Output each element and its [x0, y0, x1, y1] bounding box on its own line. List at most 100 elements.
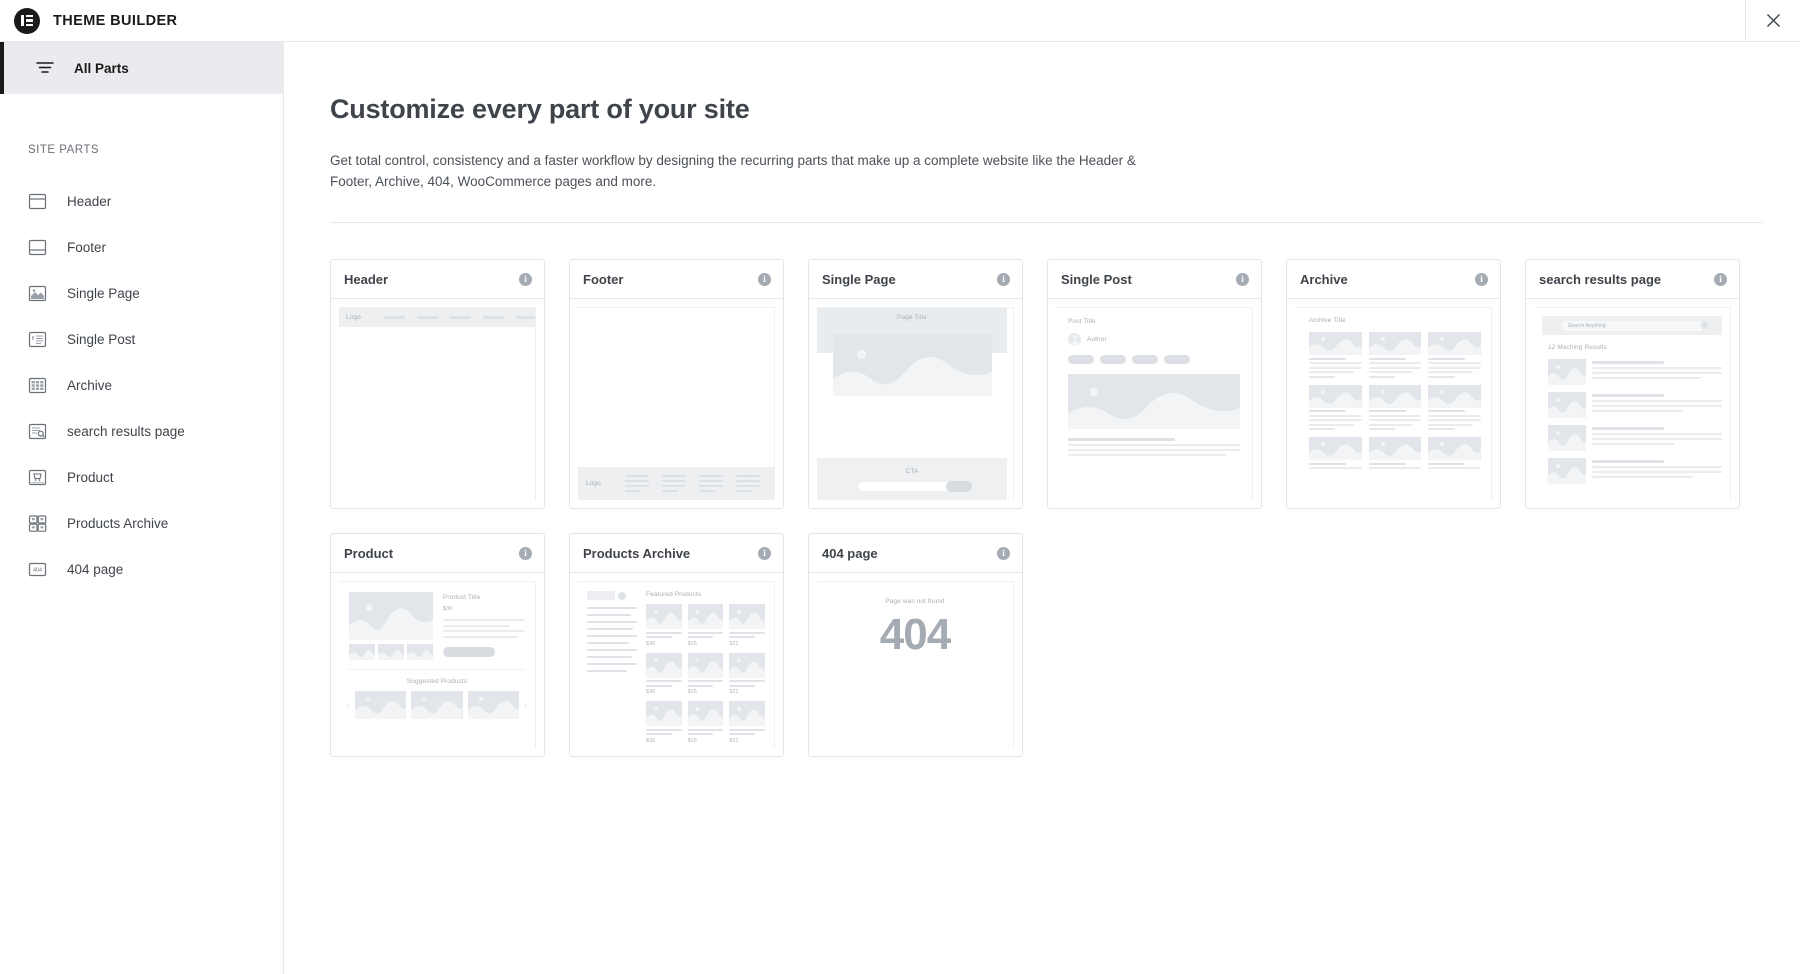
footer-layout-icon — [28, 238, 47, 257]
part-card-header[interactable]: Header i Logo — [330, 259, 545, 509]
sidebar-item-footer[interactable]: Footer — [0, 224, 283, 270]
sidebar-item-label: All Parts — [74, 61, 129, 76]
preview-nav-links — [384, 316, 536, 319]
avatar — [1068, 333, 1081, 346]
chevron-left-icon: ‹ — [347, 701, 350, 710]
card-header: 404 page i — [809, 534, 1022, 573]
preview-archive-grid — [1309, 332, 1481, 469]
part-card-search-results-page[interactable]: search results page i Search Anything — [1525, 259, 1740, 509]
sidebar-item-products-archive[interactable]: Products Archive — [0, 500, 283, 546]
preview-product-price: $22 — [729, 738, 765, 744]
card-preview: Logo — [570, 299, 783, 508]
header-layout-icon — [28, 192, 47, 211]
info-icon[interactable]: i — [997, 547, 1010, 560]
preview-results-count-label: 12 Maching Results — [1548, 344, 1722, 351]
info-icon[interactable]: i — [758, 273, 771, 286]
preview-product-price: $36 — [646, 689, 682, 695]
single-page-icon — [28, 284, 47, 303]
card-title: Single Post — [1061, 272, 1132, 287]
preview-product-price: $15 — [688, 738, 724, 744]
info-icon[interactable]: i — [1714, 273, 1727, 286]
sidebar-item-label: Single Page — [67, 286, 140, 301]
preview-product-price: $22 — [729, 641, 765, 647]
card-preview: Featured Products $36 $15 $22 $36 $15 $2… — [570, 573, 783, 756]
part-card-products-archive[interactable]: Products Archive i — [569, 533, 784, 757]
card-header: Single Page i — [809, 260, 1022, 299]
preview-logo-label: Logo — [346, 314, 361, 321]
card-header: Products Archive i — [570, 534, 783, 573]
sidebar-item-label: Footer — [67, 240, 106, 255]
archive-grid-icon — [28, 376, 47, 395]
app-title: THEME BUILDER — [53, 13, 177, 29]
preview-search-bar: Search Anything — [1542, 316, 1722, 335]
preview-product-price: $22 — [729, 689, 765, 695]
filter-icon — [36, 59, 54, 77]
preview-404-code: 404 — [880, 613, 950, 657]
preview-tag-pills — [1068, 355, 1240, 364]
page-description: Get total control, consistency and a fas… — [330, 151, 1160, 192]
preview-featured-label: Featured Products — [646, 591, 765, 598]
sidebar-item-all-parts[interactable]: All Parts — [0, 42, 283, 94]
preview-logo-label: Logo — [586, 480, 601, 487]
preview-product-image — [349, 592, 433, 640]
card-preview: Product Title $30 — [331, 573, 544, 756]
sidebar-nav-list: Header Footer Single Page — [0, 178, 283, 592]
sidebar-item-label: 404 page — [67, 562, 123, 577]
part-card-product[interactable]: Product i — [330, 533, 545, 757]
card-preview: Search Anything 12 Maching Results — [1526, 299, 1739, 508]
part-card-footer[interactable]: Footer i Logo — [569, 259, 784, 509]
sidebar-section-label: SITE PARTS — [28, 144, 283, 156]
card-header: Product i — [331, 534, 544, 573]
preview-filter-sidebar — [587, 591, 637, 744]
preview-author-label: Author — [1087, 336, 1107, 343]
info-icon[interactable]: i — [1236, 273, 1249, 286]
chevron-right-icon: › — [524, 701, 527, 710]
sidebar-item-label: search results page — [67, 424, 185, 439]
product-icon — [28, 468, 47, 487]
sidebar-item-search-results-page[interactable]: search results page — [0, 408, 283, 454]
products-archive-icon — [28, 514, 47, 533]
part-card-single-post[interactable]: Single Post i Post Title Author — [1047, 259, 1262, 509]
info-icon[interactable]: i — [758, 547, 771, 560]
info-icon[interactable]: i — [997, 273, 1010, 286]
search-icon — [1701, 322, 1708, 329]
preview-footer-strip: Logo — [578, 467, 774, 500]
sidebar-item-archive[interactable]: Archive — [0, 362, 283, 408]
preview-cta-label: CTA — [906, 468, 919, 475]
part-card-single-page[interactable]: Single Page i Page Title — [808, 259, 1023, 509]
card-header: Header i — [331, 260, 544, 299]
single-post-icon — [28, 330, 47, 349]
search-results-icon — [28, 422, 47, 441]
preview-404-subtitle: Page was not found — [885, 598, 944, 605]
part-card-archive[interactable]: Archive i Archive Title — [1286, 259, 1501, 509]
preview-suggested-label: Suggested Products — [339, 678, 535, 685]
info-icon[interactable]: i — [519, 273, 532, 286]
preview-author: Author — [1068, 333, 1240, 346]
parts-grid: Header i Logo — [330, 259, 1780, 757]
divider — [330, 222, 1762, 223]
card-preview: Logo — [331, 299, 544, 508]
card-preview: Post Title Author — [1048, 299, 1261, 508]
close-button[interactable] — [1746, 0, 1800, 42]
close-icon — [1766, 13, 1781, 28]
card-header: search results page i — [1526, 260, 1739, 299]
card-title: Archive — [1300, 272, 1348, 287]
sidebar: All Parts SITE PARTS Header Footer — [0, 42, 284, 974]
preview-product-thumbnails — [349, 644, 433, 660]
sidebar-item-label: Header — [67, 194, 111, 209]
sidebar-item-404-page[interactable]: 404 404 page — [0, 546, 283, 592]
sidebar-item-header[interactable]: Header — [0, 178, 283, 224]
preview-search-placeholder: Search Anything — [1568, 323, 1606, 329]
sidebar-item-single-post[interactable]: Single Post — [0, 316, 283, 362]
info-icon[interactable]: i — [1475, 273, 1488, 286]
page-title: Customize every part of your site — [330, 94, 1800, 125]
svg-text:404: 404 — [33, 567, 42, 573]
brand: THEME BUILDER — [14, 8, 177, 34]
error-404-icon: 404 — [28, 560, 47, 579]
sidebar-item-single-page[interactable]: Single Page — [0, 270, 283, 316]
sidebar-item-label: Archive — [67, 378, 112, 393]
sidebar-item-product[interactable]: Product — [0, 454, 283, 500]
sidebar-item-label: Products Archive — [67, 516, 168, 531]
info-icon[interactable]: i — [519, 547, 532, 560]
part-card-404-page[interactable]: 404 page i Page was not found 404 — [808, 533, 1023, 757]
